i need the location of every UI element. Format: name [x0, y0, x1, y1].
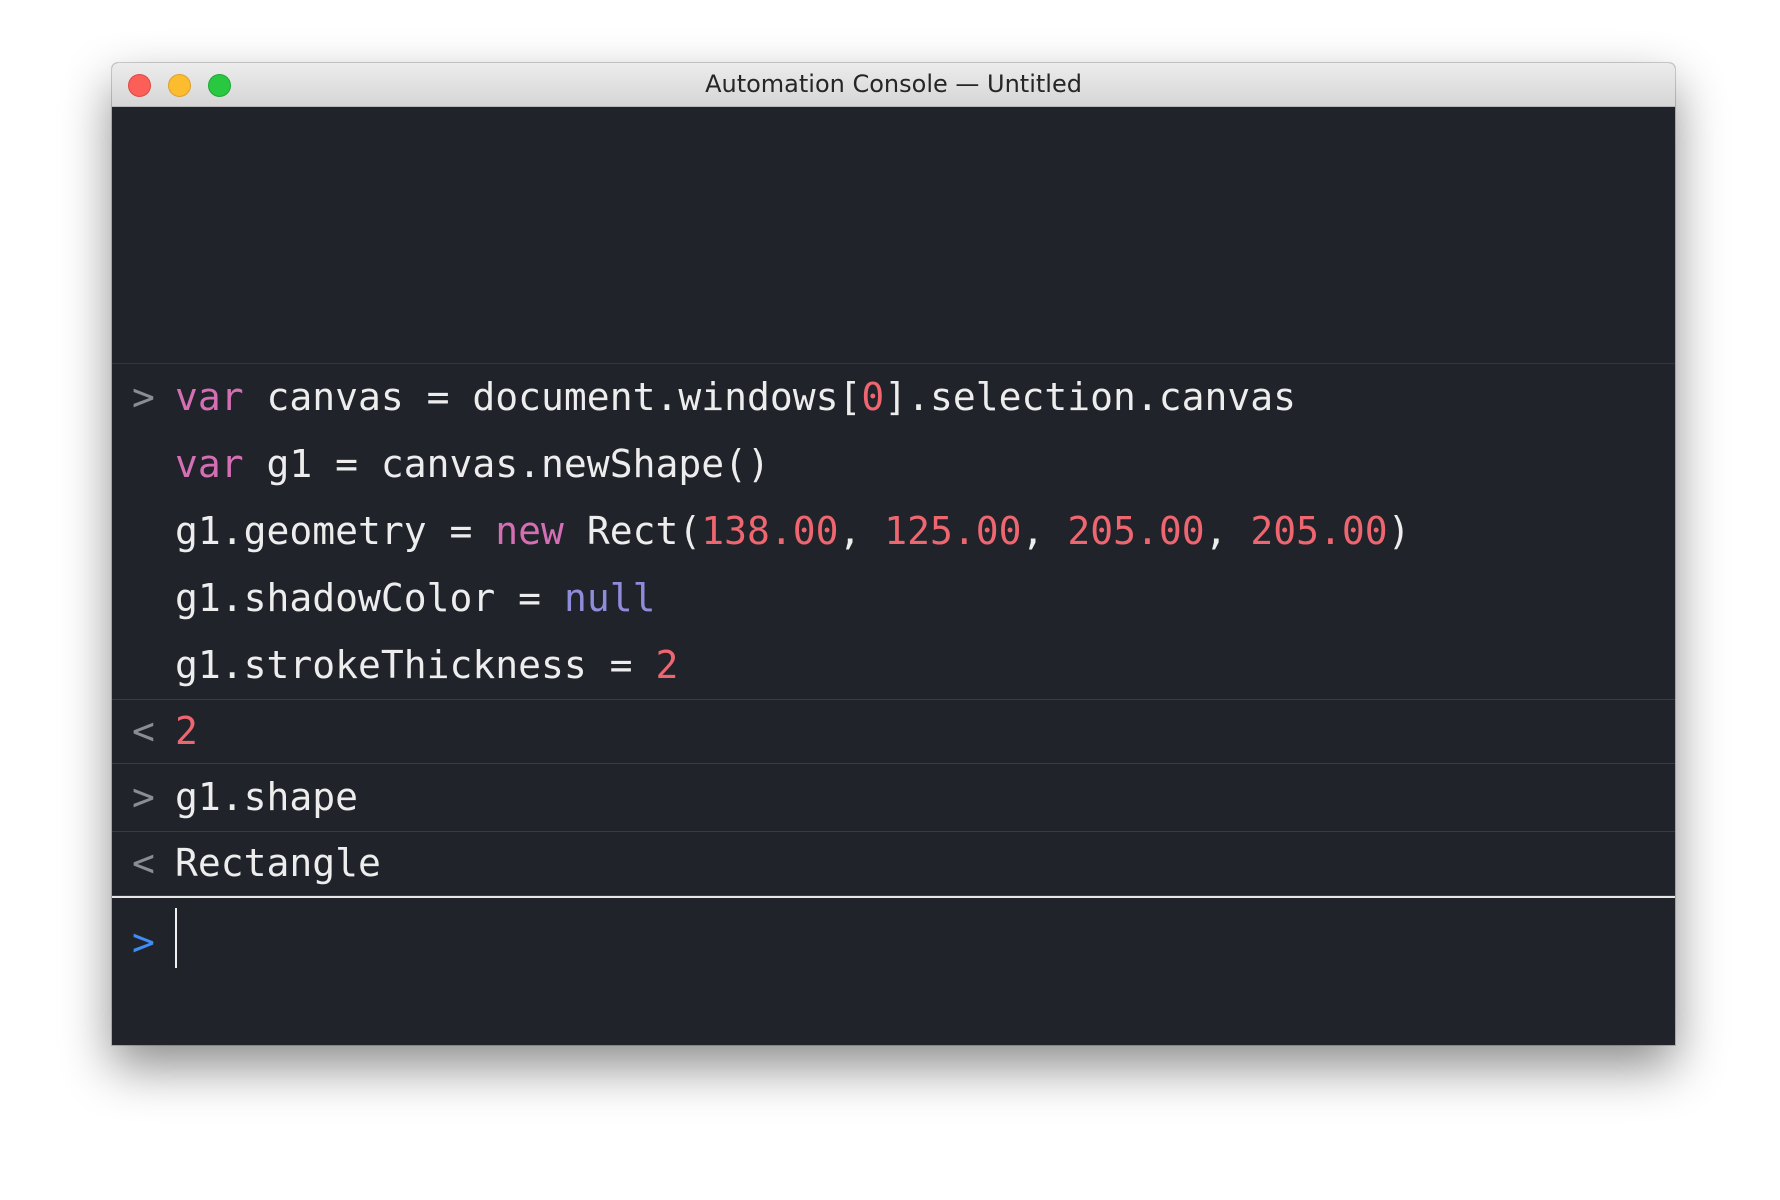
code-token: new [495, 509, 564, 553]
code-token: g1.shape [175, 775, 359, 819]
code-token: , [838, 509, 885, 553]
console-output-entry: < Rectangle [112, 832, 1675, 896]
code-line: 2 [112, 700, 1675, 763]
console-input-row[interactable]: > [112, 896, 1675, 982]
chevron-left-icon: < [132, 841, 155, 885]
code-token: g1.strokeThickness = [175, 643, 656, 687]
code-line: Rectangle [112, 832, 1675, 895]
chevron-left-icon: < [132, 709, 155, 753]
window-title: Automation Console — Untitled [705, 70, 1082, 98]
text-caret [175, 908, 177, 968]
code-token: var [175, 375, 244, 419]
console-window: Automation Console — Untitled > var canva… [112, 63, 1675, 1045]
code-token: ) [1387, 509, 1411, 553]
console-output-entry: <2 [112, 700, 1675, 764]
code-token: 125.00 [884, 509, 1022, 553]
code-line: var g1 = canvas.newShape() [112, 431, 1675, 498]
code-token: ].selection.canvas [884, 375, 1297, 419]
code-line: g1.shape [112, 764, 1675, 831]
code-line: g1.strokeThickness = 2 [112, 632, 1675, 699]
code-token: Rect( [563, 509, 702, 553]
console-scrollback-empty [112, 107, 1675, 364]
code-line: g1.geometry = new Rect(138.00, 125.00, 2… [112, 498, 1675, 565]
code-token: , [1204, 509, 1251, 553]
code-line: g1.shadowColor = null [112, 565, 1675, 632]
console-input-entry: > var canvas = document.windows[0].select… [112, 364, 1675, 700]
code-token: 2 [655, 643, 679, 687]
code-token: 205.00 [1067, 509, 1205, 553]
code-token: 138.00 [701, 509, 839, 553]
code-token: 2 [175, 709, 198, 753]
code-token: , [1021, 509, 1068, 553]
console-log: > var canvas = document.windows[0].select… [112, 364, 1675, 896]
code-token: g1.shadowColor = [175, 576, 564, 620]
code-token: 0 [861, 375, 885, 419]
code-line: var canvas = document.windows[0].selecti… [112, 364, 1675, 431]
chevron-right-icon: > [132, 375, 155, 419]
code-token: var [175, 442, 244, 486]
code-token: null [563, 576, 656, 620]
code-token: g1 = canvas.newShape() [243, 442, 770, 486]
title-bar[interactable]: Automation Console — Untitled [112, 63, 1675, 107]
code-token: Rectangle [175, 841, 381, 885]
chevron-right-icon: > [132, 920, 155, 964]
code-token: 205.00 [1250, 509, 1388, 553]
chevron-right-icon: > [132, 775, 155, 819]
console-input-entry: > g1.shape [112, 764, 1675, 832]
code-token: canvas = document.windows[ [243, 375, 862, 419]
code-token: g1.geometry = [175, 509, 496, 553]
